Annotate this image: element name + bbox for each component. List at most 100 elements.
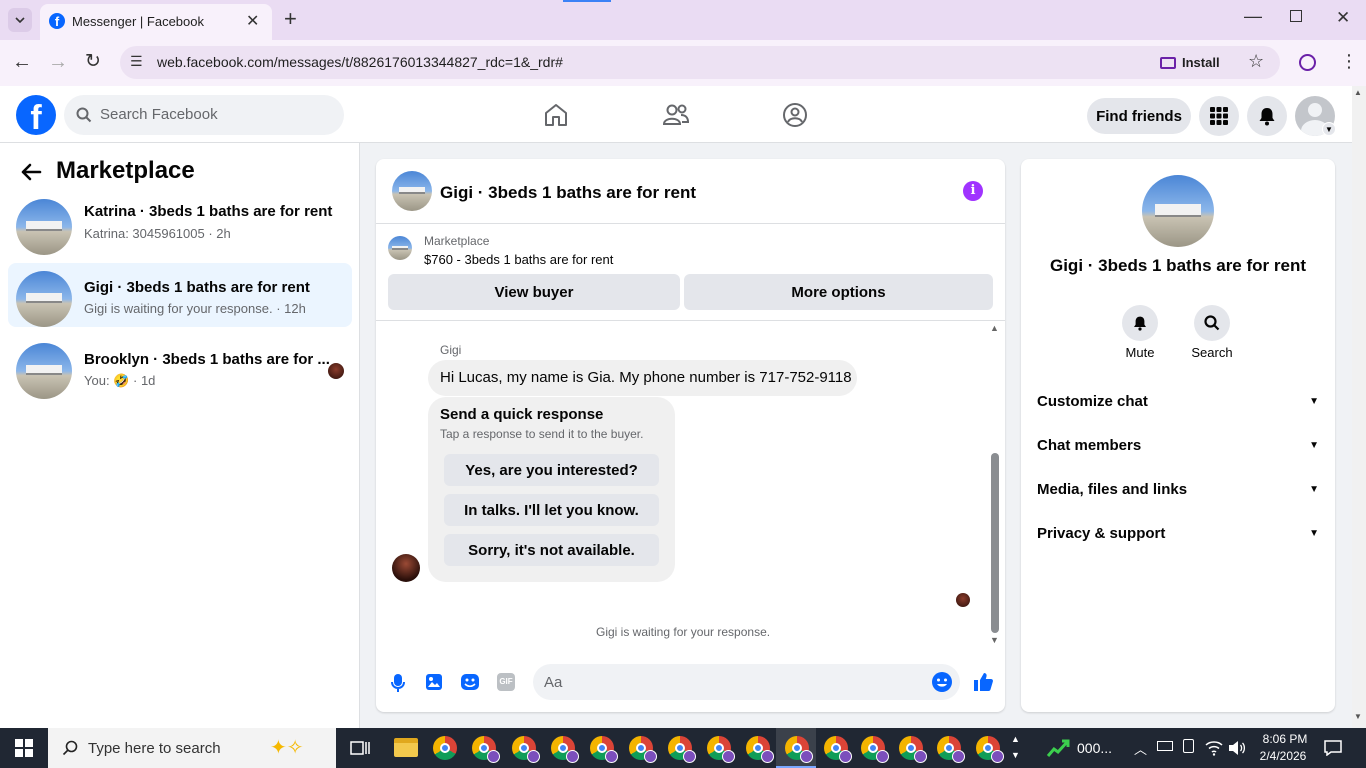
chrome-profile-taskbar-icon[interactable] (937, 736, 965, 763)
notifications-button[interactable] (1247, 96, 1287, 136)
chrome-profile-taskbar-icon[interactable] (668, 736, 696, 763)
chrome-profile-taskbar-icon[interactable] (707, 736, 735, 763)
chrome-profile-taskbar-icon[interactable] (746, 736, 774, 763)
page-title: Marketplace (56, 157, 195, 184)
grid-menu-icon (1210, 107, 1228, 125)
sticker-icon[interactable] (460, 673, 480, 691)
tray-overflow-icon[interactable]: ︿ (1134, 739, 1147, 758)
chrome-profile-taskbar-icon[interactable] (629, 736, 657, 763)
microphone-icon[interactable] (390, 673, 406, 693)
notification-center-icon[interactable] (1324, 740, 1342, 756)
browser-tab[interactable]: f Messenger | Facebook ✕ (40, 4, 272, 40)
bell-icon (1259, 108, 1275, 126)
file-explorer-icon[interactable] (394, 738, 418, 757)
chrome-profile-taskbar-icon[interactable] (472, 736, 500, 763)
message-bubble[interactable]: Hi Lucas, my name is Gia. My phone numbe… (428, 360, 857, 396)
taskbar-overflow-chevron-icon[interactable]: ▲ ▼ (1011, 731, 1020, 763)
sender-avatar[interactable] (392, 554, 420, 582)
listing-title[interactable]: $760 - 3beds 1 baths are for rent (424, 252, 613, 267)
clock-date[interactable]: 2/4/2026 (1252, 749, 1314, 763)
profile-badge (487, 750, 500, 763)
quick-response-button[interactable]: Sorry, it's not available. (444, 534, 659, 566)
gif-icon[interactable]: GIF (497, 673, 515, 691)
listing-thumbnail (16, 199, 72, 255)
chat-scroll-down-icon[interactable]: ▼ (990, 635, 999, 645)
close-window-button[interactable]: ✕ (1336, 8, 1350, 28)
clock-time[interactable]: 8:06 PM (1254, 732, 1316, 746)
tab-close-icon[interactable]: ✕ (246, 11, 259, 31)
site-info-icon[interactable]: ☰ (130, 53, 143, 70)
chrome-profile-taskbar-icon[interactable] (551, 736, 579, 763)
chrome-taskbar-icon[interactable] (433, 736, 457, 760)
taskbar-search-box[interactable]: Type here to search ✦✧ (48, 728, 336, 768)
menu-button[interactable] (1199, 96, 1239, 136)
thumbs-up-icon[interactable] (972, 671, 994, 693)
battery-icon[interactable] (1157, 741, 1173, 751)
tab-strip-indicator (563, 0, 611, 2)
message-input[interactable]: Aa (533, 664, 960, 700)
facebook-logo[interactable]: f (16, 95, 56, 135)
account-chevron-icon[interactable]: ▼ (1322, 122, 1336, 136)
forward-button[interactable]: → (48, 51, 68, 74)
customize-chat-section[interactable]: Customize chat ▼ (1037, 385, 1319, 417)
stock-chart-icon[interactable] (1046, 738, 1070, 758)
browser-menu-icon[interactable]: ⋮ (1340, 51, 1358, 72)
minimize-button[interactable]: — (1244, 6, 1262, 27)
conversation-subtitle: Gigi is waiting for your response. · 12h (84, 301, 306, 316)
conversation-item-active[interactable]: Gigi · 3beds 1 baths are for rent Gigi i… (8, 263, 352, 327)
conversation-item[interactable]: Brooklyn · 3beds 1 baths are for ... You… (8, 339, 352, 403)
chrome-profile-taskbar-icon[interactable] (976, 736, 1004, 763)
profile-icon[interactable] (1299, 54, 1316, 71)
tab-search-button[interactable] (8, 8, 32, 32)
chrome-profile-taskbar-icon-active[interactable] (785, 736, 813, 763)
back-arrow-icon[interactable] (20, 163, 42, 181)
stock-widget-label[interactable]: 000... (1077, 740, 1112, 756)
chrome-profile-taskbar-icon[interactable] (590, 736, 618, 763)
chat-scroll-up-icon[interactable]: ▲ (990, 323, 999, 333)
emoji-icon[interactable] (931, 671, 953, 693)
more-options-button[interactable]: More options (684, 274, 993, 310)
bookmark-star-icon[interactable]: ☆ (1248, 51, 1264, 72)
mute-button[interactable] (1122, 305, 1158, 341)
reload-button[interactable]: ↻ (85, 50, 101, 73)
privacy-support-section[interactable]: Privacy & support ▼ (1037, 517, 1319, 549)
home-icon[interactable] (543, 102, 569, 128)
chrome-profile-taskbar-icon[interactable] (824, 736, 852, 763)
view-buyer-button[interactable]: View buyer (388, 274, 680, 310)
facebook-search-input[interactable]: Search Facebook (64, 95, 344, 135)
windows-start-icon[interactable] (15, 739, 33, 757)
restore-button[interactable] (1290, 10, 1302, 22)
section-label: Chat members (1037, 436, 1142, 454)
info-icon[interactable]: i (963, 181, 983, 201)
device-icon[interactable] (1183, 739, 1194, 753)
facebook-header: f Search Facebook Find friends ▼ (0, 86, 1352, 143)
search-conversation-button[interactable] (1194, 305, 1230, 341)
back-button[interactable]: ← (12, 51, 32, 74)
media-files-links-section[interactable]: Media, files and links ▼ (1037, 473, 1319, 505)
profile-badge (991, 750, 1004, 763)
url-text[interactable]: web.facebook.com/messages/t/882617601334… (157, 54, 563, 70)
chat-scrollbar-thumb[interactable] (991, 453, 999, 633)
task-view-icon[interactable] (350, 739, 370, 757)
install-button[interactable]: Install (1160, 50, 1230, 75)
new-tab-button[interactable]: + (284, 6, 297, 32)
chrome-profile-taskbar-icon[interactable] (861, 736, 889, 763)
find-friends-button[interactable]: Find friends (1087, 98, 1191, 134)
conversation-item[interactable]: Katrina · 3beds 1 baths are for rent Kat… (8, 195, 352, 259)
photo-icon[interactable] (425, 673, 443, 691)
volume-icon[interactable] (1228, 740, 1246, 756)
page-scrollbar[interactable]: ▲ ▼ (1352, 86, 1366, 728)
groups-icon[interactable] (782, 102, 808, 128)
quick-response-button[interactable]: Yes, are you interested? (444, 454, 659, 486)
chat-title[interactable]: Gigi · 3beds 1 baths are for rent (440, 183, 696, 203)
bell-icon (1134, 316, 1146, 331)
address-bar[interactable]: ☰ web.facebook.com/messages/t/8826176013… (120, 46, 1280, 79)
windows-taskbar: Type here to search ✦✧ ▲ ▼ 000... ︿ 8:06 … (0, 728, 1366, 768)
profile-badge (876, 750, 889, 763)
chrome-profile-taskbar-icon[interactable] (512, 736, 540, 763)
wifi-icon[interactable] (1205, 740, 1223, 756)
chrome-profile-taskbar-icon[interactable] (899, 736, 927, 763)
friends-icon[interactable] (662, 102, 690, 128)
quick-response-button[interactable]: In talks. I'll let you know. (444, 494, 659, 526)
chat-members-section[interactable]: Chat members ▼ (1037, 429, 1319, 461)
